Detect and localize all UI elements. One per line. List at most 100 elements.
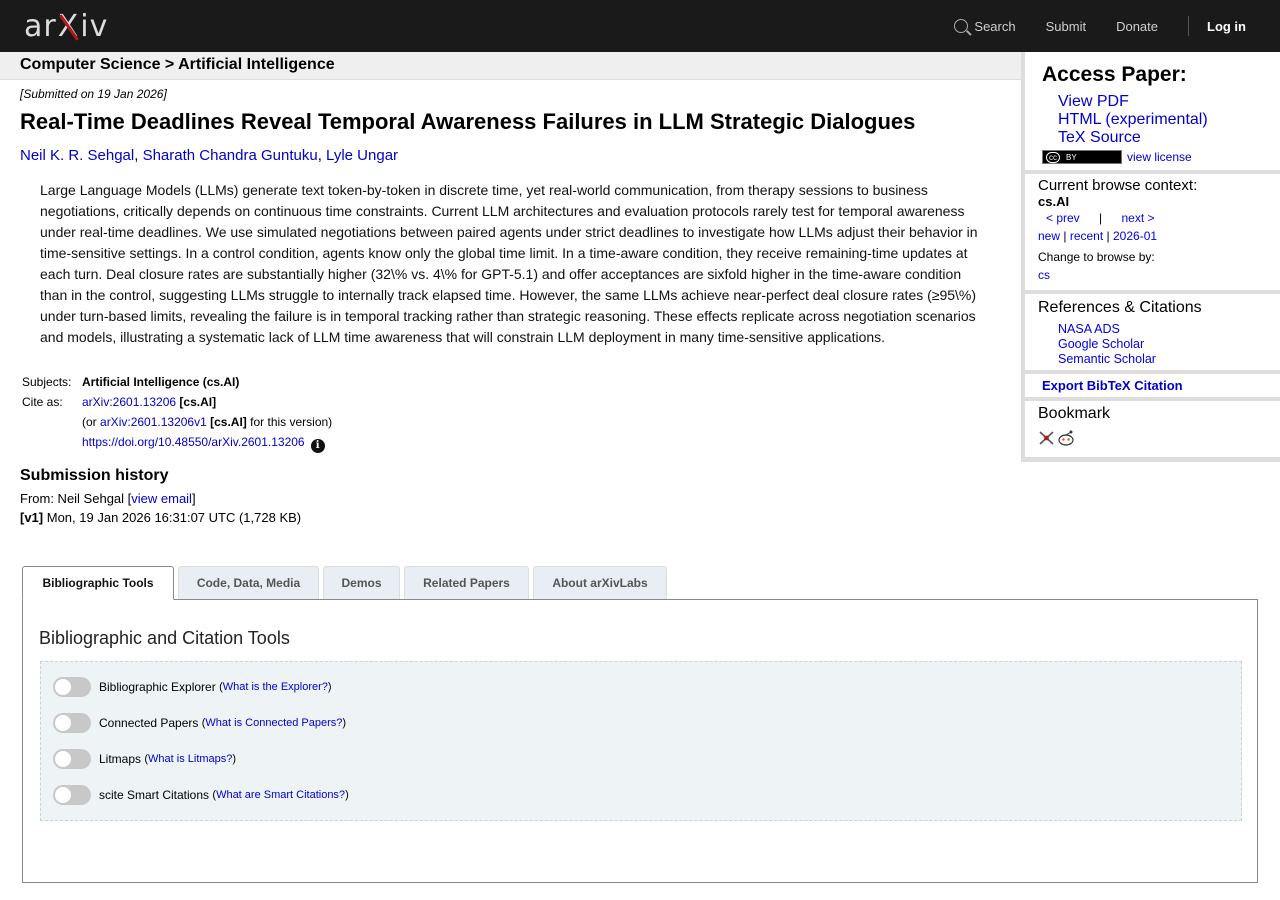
tools-list: Bibliographic Explorer (What is the Expl…: [40, 661, 1242, 821]
bookmark-title: Bookmark: [1038, 405, 1111, 422]
tool-help-link[interactable]: What is the Explorer?: [223, 681, 328, 693]
semantic-scholar-link[interactable]: Semantic Scholar: [1058, 352, 1156, 366]
listing-separator: |: [1063, 229, 1067, 243]
metadata-table: Subjects: Artificial Intelligence (cs.AI…: [20, 372, 1010, 453]
author-link[interactable]: Lyle Ungar: [326, 147, 398, 164]
logo-text-right: iv: [80, 8, 109, 44]
version-text: Mon, 19 Jan 2026 16:31:07 UTC (1,728 KB): [46, 510, 302, 525]
tool-row-bibliographic-explorer: Bibliographic Explorer (What is the Expl…: [53, 677, 332, 697]
cc-by-license-icon[interactable]: cc BY: [1042, 150, 1122, 164]
view-email-link[interactable]: view email: [131, 491, 192, 506]
donate-link[interactable]: Donate: [1116, 19, 1158, 34]
doi-link[interactable]: https://doi.org/10.48550/arXiv.2601.1320…: [82, 435, 305, 449]
bibliographic-explorer-toggle[interactable]: [53, 677, 91, 697]
search-icon: [954, 19, 969, 33]
panel-title: Bibliographic and Citation Tools: [39, 628, 290, 648]
right-sidebar: Access Paper: View PDF HTML (experimenta…: [1021, 52, 1280, 462]
tab-panel: Bibliographic and Citation Tools Bibliog…: [22, 599, 1258, 883]
cc-badge-by: BY: [1066, 152, 1077, 162]
change-browse-cs-link[interactable]: cs: [1038, 268, 1050, 282]
header-nav: Search Submit Donate Log in: [924, 0, 1246, 52]
tool-name: Litmaps: [99, 752, 142, 766]
logo-x: X: [57, 8, 80, 44]
tab-bibliographic-tools[interactable]: Bibliographic Tools: [22, 566, 174, 600]
author-list: Neil K. R. Sehgal, Sharath Chandra Guntu…: [20, 147, 399, 164]
references-links: NASA ADS Google Scholar Semantic Scholar: [1058, 322, 1156, 367]
view-pdf-link[interactable]: View PDF: [1058, 93, 1208, 111]
tool-row-connected-papers: Connected Papers (What is Connected Pape…: [53, 713, 346, 733]
abstract: Large Language Models (LLMs) generate te…: [40, 182, 978, 345]
scite-toggle[interactable]: [53, 785, 91, 805]
login-link[interactable]: Log in: [1207, 19, 1246, 34]
tool-row-litmaps: Litmaps (What is Litmaps?): [53, 749, 236, 769]
tool-row-scite: scite Smart Citations (What are Smart Ci…: [53, 785, 349, 805]
browse-context-value: cs.AI: [1038, 194, 1070, 209]
author-link[interactable]: Neil K. R. Sehgal: [20, 147, 134, 164]
cite-version-link[interactable]: arXiv:2601.13206v1: [100, 415, 207, 429]
version-label: [v1]: [20, 510, 44, 525]
submitted-date: [Submitted on 19 Jan 2026]: [20, 87, 167, 101]
export-box: Export BibTeX Citation: [1025, 374, 1280, 397]
submission-history-title: Submission history: [20, 467, 169, 484]
view-license-link[interactable]: view license: [1127, 150, 1192, 164]
tool-help-link[interactable]: What is Connected Papers?: [205, 717, 342, 729]
paper-title: Real-Time Deadlines Reveal Temporal Awar…: [20, 109, 916, 134]
listing-separator: |: [1106, 229, 1110, 243]
listing-links: new | recent | 2026-01: [1038, 229, 1157, 243]
nav-divider: [1188, 16, 1189, 36]
subjects-value: Artificial Intelligence (cs.AI): [82, 375, 240, 389]
labs-tabs: Bibliographic Tools Code, Data, Media De…: [22, 566, 671, 600]
breadcrumb-bar: Computer Science > Artificial Intelligen…: [0, 52, 1021, 80]
tool-help-link[interactable]: What are Smart Citations?: [216, 789, 345, 801]
month-link[interactable]: 2026-01: [1113, 229, 1157, 243]
tool-name: Connected Papers: [99, 716, 199, 730]
subjects-row: Subjects: Artificial Intelligence (cs.AI…: [20, 372, 1010, 392]
author-link[interactable]: Sharath Chandra Guntuku: [143, 147, 318, 164]
prev-next-row: < prev | next >: [1046, 211, 1155, 225]
search-label: Search: [974, 18, 1016, 34]
litmaps-toggle[interactable]: [53, 749, 91, 769]
tex-source-link[interactable]: TeX Source: [1058, 129, 1208, 147]
export-bibtex-link[interactable]: Export BibTeX Citation: [1042, 378, 1183, 393]
html-link[interactable]: HTML (experimental): [1058, 111, 1208, 129]
references-title: References & Citations: [1038, 299, 1202, 316]
cite-version-category: [cs.AI]: [210, 415, 247, 429]
cite-version-tail: for this version): [250, 415, 333, 429]
submission-from: From: Neil Sehgal [view email]: [20, 492, 1010, 505]
tab-about-arxivlabs[interactable]: About arXivLabs: [533, 566, 667, 599]
tool-help-link[interactable]: What is Litmaps?: [148, 753, 232, 765]
tool-name: scite Smart Citations: [99, 788, 210, 802]
submission-version: [v1] Mon, 19 Jan 2026 16:31:07 UTC (1,72…: [20, 511, 1010, 524]
change-browse-label: Change to browse by:: [1038, 250, 1155, 264]
browse-context-title: Current browse context:: [1038, 177, 1198, 194]
from-tail: ]: [191, 491, 196, 506]
arxiv-logo[interactable]: ar Xiv: [24, 8, 108, 44]
tab-demos[interactable]: Demos: [323, 566, 400, 599]
cite-values: arXiv:2601.13206 [cs.AI] (or arXiv:2601.…: [82, 392, 332, 453]
cite-id-link[interactable]: arXiv:2601.13206: [82, 395, 176, 409]
google-scholar-link[interactable]: Google Scholar: [1058, 337, 1144, 351]
bookmark-box: Bookmark: [1025, 401, 1280, 457]
cite-row: Cite as: arXiv:2601.13206 [cs.AI] (or ar…: [20, 392, 1010, 453]
paper-main: [Submitted on 19 Jan 2026] Real-Time Dea…: [20, 82, 1010, 524]
info-icon[interactable]: i: [310, 439, 325, 453]
recent-link[interactable]: recent: [1070, 229, 1103, 243]
submit-link[interactable]: Submit: [1046, 19, 1086, 34]
prev-link[interactable]: < prev: [1046, 211, 1080, 225]
top-header: ar Xiv Search Submit Donate Log in: [0, 0, 1280, 52]
cite-category: [cs.AI]: [179, 395, 217, 409]
new-link[interactable]: new: [1038, 229, 1060, 243]
tab-code-data-media[interactable]: Code, Data, Media: [178, 566, 319, 599]
license-row: cc BY view license: [1042, 150, 1192, 164]
nasa-ads-link[interactable]: NASA ADS: [1058, 322, 1120, 336]
cite-label: Cite as:: [22, 395, 63, 409]
tab-related-papers[interactable]: Related Papers: [404, 566, 529, 599]
search-link[interactable]: Search: [954, 18, 1016, 34]
connected-papers-toggle[interactable]: [53, 713, 91, 733]
from-label: From: Neil Sehgal [: [20, 491, 132, 506]
references-box: References & Citations NASA ADS Google S…: [1025, 294, 1280, 370]
reddit-icon[interactable]: [1058, 430, 1074, 446]
bibsonomy-icon[interactable]: [1039, 431, 1054, 445]
prev-next-separator: |: [1099, 211, 1103, 225]
next-link[interactable]: next >: [1122, 211, 1155, 225]
